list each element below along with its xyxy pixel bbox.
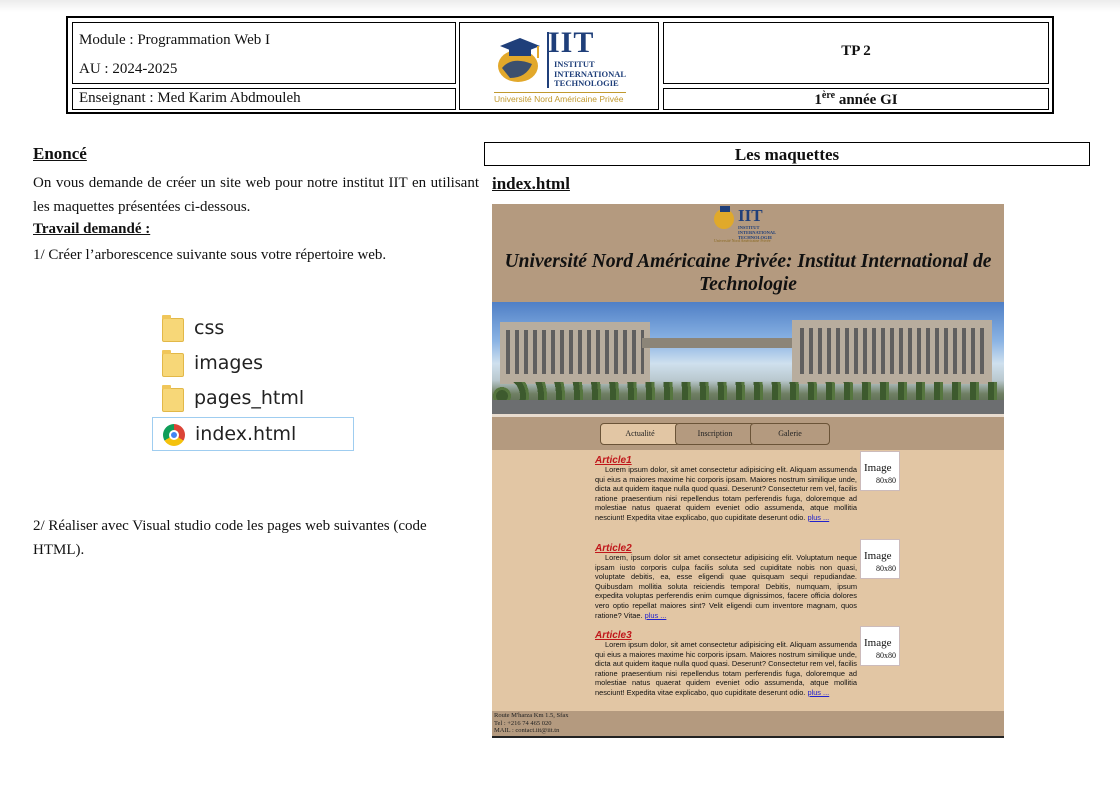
year-level-text: 1ère année GI [664, 90, 1048, 109]
page-top-shadow [0, 0, 1120, 12]
article-body: Lorem ipsum dolor, sit amet consectetur … [595, 465, 857, 523]
academic-year-text: AU : 2024-2025 [79, 61, 178, 77]
mockup-nav: Actualité Inscription Galerie [492, 414, 1004, 450]
logo-acronym: IIT [548, 26, 595, 59]
campus-photo [492, 302, 1004, 414]
article-text: Lorem, ipsum dolor sit amet consectetur … [595, 553, 857, 620]
maquettes-heading: Les maquettes [734, 145, 840, 164]
campus-bridge [642, 338, 802, 348]
header-table: Module : Programmation Web I AU : 2024-2… [66, 16, 1054, 114]
tp-title: TP 2 [841, 43, 871, 59]
mockup-logo-acronym: IIT [738, 206, 763, 225]
nav-button-inscription[interactable]: Inscription [675, 423, 755, 445]
folder-icon [162, 315, 184, 342]
nav-button-actualite[interactable]: Actualité [600, 423, 680, 445]
year-level-rest: année GI [835, 92, 898, 108]
index-mockup: IIT INSTITUT INTERNATIONAL TECHNOLOGIE U… [492, 204, 1004, 738]
folder-icon [162, 385, 184, 412]
mockup-title: Université Nord Américaine Privée: Insti… [504, 251, 992, 295]
iit-logo: IIT INSTITUT INTERNATIONAL TECHNOLOGIE U… [490, 28, 630, 108]
module-text: Module : Programmation Web I [79, 32, 270, 48]
logo-subtitle: INSTITUT INTERNATIONAL TECHNOLOGIE [554, 59, 626, 89]
folder-icon [162, 350, 184, 377]
tree-item-css[interactable]: css [152, 312, 354, 346]
tree-item-label: css [194, 317, 225, 339]
tree-item-label: pages_html [194, 387, 305, 409]
module-cell: Module : Programmation Web I AU : 2024-2… [72, 22, 456, 84]
enonce-heading: Enoncé [33, 144, 87, 163]
campus-windows-right [800, 328, 986, 374]
mockup-logo: IIT INSTITUT INTERNATIONAL TECHNOLOGIE U… [710, 206, 790, 244]
nav-button-galerie[interactable]: Galerie [750, 423, 830, 445]
campus-windows-left [506, 330, 644, 374]
year-level-cell: 1ère année GI [663, 88, 1049, 110]
teacher-cell: Enseignant : Med Karim Abdmouleh [72, 88, 456, 110]
year-level-number: 1 [814, 92, 822, 108]
step-1-text: 1/ Créer l’arborescence suivante sous vo… [33, 247, 387, 263]
image-placeholder-size: 80x80 [876, 476, 896, 485]
campus-road [492, 400, 1004, 414]
teacher-text: Enseignant : Med Karim Abdmouleh [79, 90, 301, 106]
logo-line-3: TECHNOLOGIE [554, 78, 619, 88]
article-image-placeholder: Image 80x80 [860, 451, 900, 491]
tree-item-images[interactable]: images [152, 347, 354, 381]
image-placeholder-label: Image [864, 462, 892, 474]
read-more-link[interactable]: plus ... [807, 688, 829, 697]
read-more-link[interactable]: plus ... [645, 611, 667, 620]
tree-item-label: images [194, 352, 264, 374]
image-placeholder-label: Image [864, 637, 892, 649]
article-body: Lorem, ipsum dolor sit amet consectetur … [595, 553, 857, 620]
mockup-footer: Route M'harza Km 1.5, Sfax Tel : +216 74… [492, 711, 1004, 736]
article-image-placeholder: Image 80x80 [860, 626, 900, 666]
read-more-link[interactable]: plus ... [807, 513, 829, 522]
mockup-logo-university: Université Nord Américaine Privée [714, 238, 771, 243]
article-body: Lorem ipsum dolor, sit amet consectetur … [595, 640, 857, 698]
image-placeholder-size: 80x80 [876, 651, 896, 660]
image-placeholder-label: Image [864, 550, 892, 562]
logo-university: Université Nord Américaine Privée [494, 94, 624, 104]
chrome-icon [163, 424, 185, 446]
tree-item-index-html[interactable]: index.html [152, 417, 354, 451]
tree-item-pages-html[interactable]: pages_html [152, 382, 354, 416]
graduation-cap-globe-icon [498, 38, 540, 82]
article-image-placeholder: Image 80x80 [860, 539, 900, 579]
index-html-label: index.html [492, 174, 570, 193]
logo-underline [494, 92, 626, 93]
step-2-text: 2/ Réaliser avec Visual studio code les … [33, 518, 427, 558]
folder-tree: css images pages_html index.html [152, 312, 354, 454]
year-level-sup: ère [821, 90, 836, 101]
image-placeholder-size: 80x80 [876, 564, 896, 573]
tp-cell: TP 2 [663, 22, 1049, 84]
travail-heading: Travail demandé : [33, 221, 151, 237]
footer-address: Route M'harza Km 1.5, Sfax [494, 712, 569, 719]
maquettes-heading-box: Les maquettes [484, 142, 1090, 166]
tree-item-label: index.html [195, 423, 297, 445]
footer-phone: Tel : +216 74 465 020 [494, 719, 552, 727]
enonce-paragraph: On vous demande de créer un site web pou… [33, 175, 479, 215]
footer-mail: MAIL : contact.iit@iit.tn [494, 727, 560, 734]
mockup-header: IIT INSTITUT INTERNATIONAL TECHNOLOGIE U… [492, 204, 1004, 302]
logo-cell: IIT INSTITUT INTERNATIONAL TECHNOLOGIE U… [459, 22, 659, 110]
campus-trees [492, 382, 1004, 402]
mockup-emblem-icon [714, 206, 734, 229]
